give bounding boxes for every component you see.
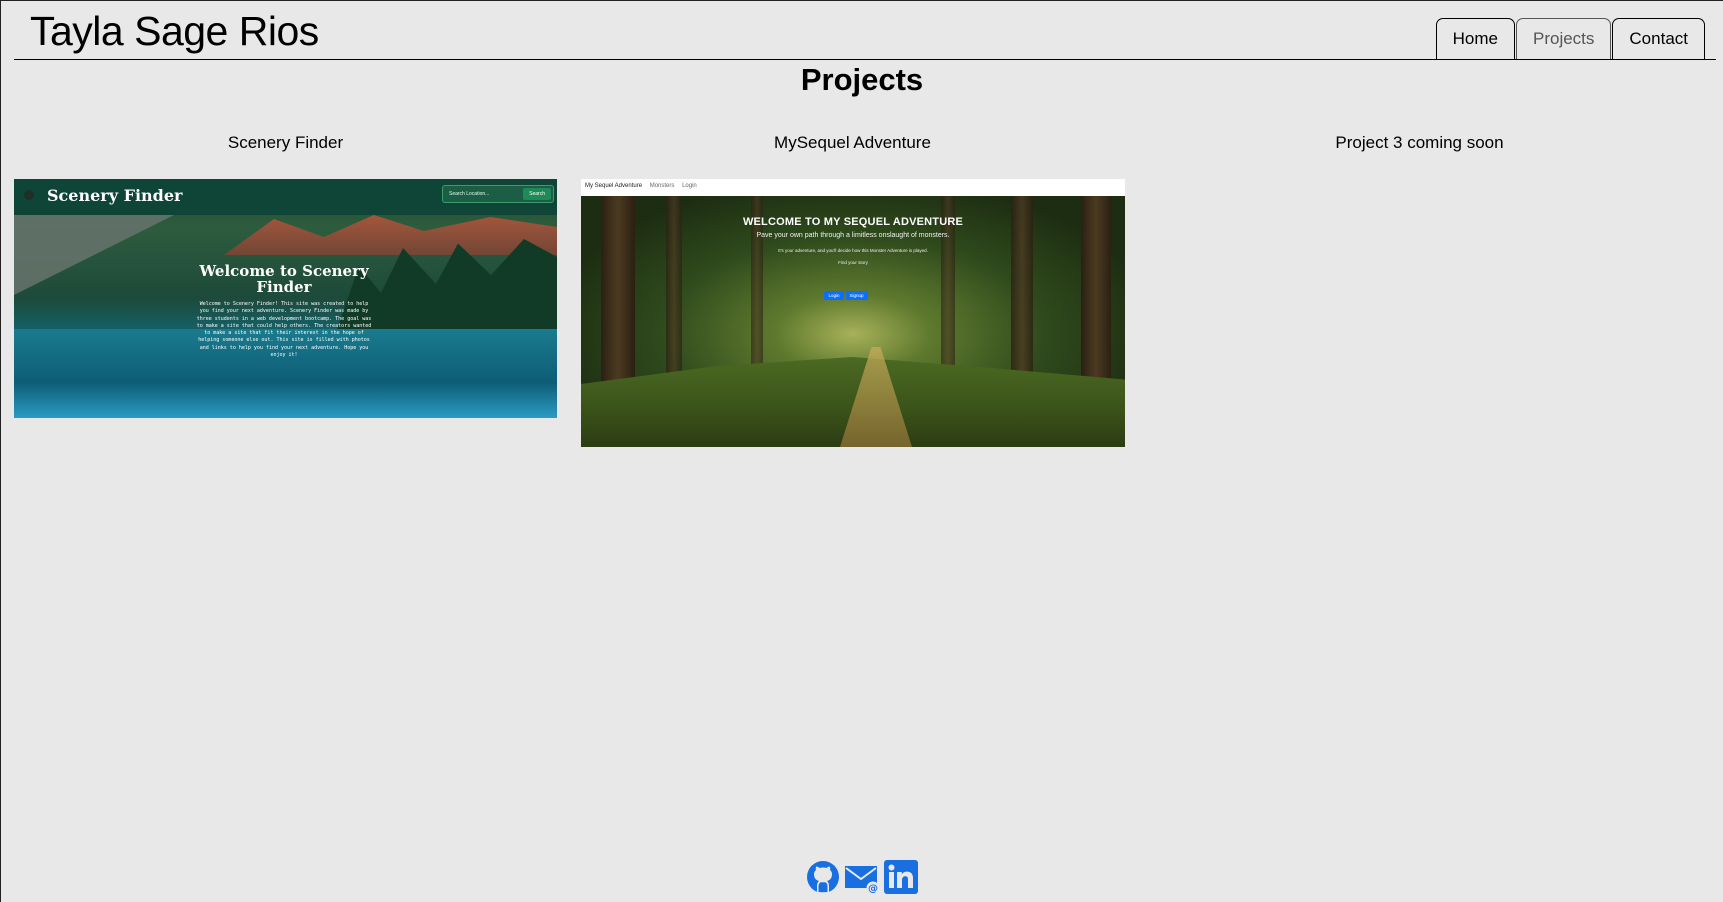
site-title: Tayla Sage Rios	[30, 8, 319, 54]
mountain-peaks	[224, 215, 557, 255]
scenery-finder-screenshot[interactable]: Scenery Finder Search Location... Search…	[14, 179, 557, 418]
nav-tab-projects[interactable]: Projects	[1515, 18, 1612, 59]
screenshot-navbar: My Sequel Adventure Monsters Login	[585, 183, 703, 189]
project-title: Scenery Finder	[227, 133, 344, 152]
screenshot-buttons: Login Signup	[581, 291, 1125, 300]
screenshot-signup-button: Signup	[845, 291, 868, 300]
mountain-shape	[14, 215, 174, 295]
screenshot-subheading: Pave your own path through a limitless o…	[756, 232, 950, 239]
screenshot-nav-login: Login	[682, 183, 697, 189]
page-title: Projects	[800, 62, 924, 97]
screenshot-small-text: It's your adventure, and you'll decide h…	[778, 248, 928, 253]
screenshot-tag-text: Find your story	[838, 260, 868, 265]
email-icon[interactable]: @	[844, 859, 880, 895]
screenshot-body: Welcome to Scenery Finder! This site was…	[196, 301, 372, 359]
main-nav: Home Projects Contact	[1435, 18, 1705, 59]
screenshot-logo: Scenery Finder	[47, 186, 183, 205]
screenshot-login-button: Login	[824, 291, 844, 300]
project-title: Project 3 coming soon	[1335, 133, 1504, 152]
project-title: MySequel Adventure	[774, 133, 931, 152]
footer: @	[1, 859, 1723, 895]
project-card-mysequel-adventure: MySequel Adventure	[581, 133, 1124, 153]
screenshot-heading: Welcome to Scenery Finder	[199, 262, 369, 296]
screenshot-heading: WELCOME TO MY SEQUEL ADVENTURE	[742, 216, 964, 228]
github-icon[interactable]	[805, 859, 841, 895]
linkedin-icon[interactable]	[883, 859, 919, 895]
nav-tab-home[interactable]: Home	[1435, 18, 1515, 59]
screenshot-nav-monsters: Monsters	[649, 183, 675, 189]
screenshot-navbar: Scenery Finder Search Location... Search	[14, 179, 557, 215]
screenshot-search-button: Search	[523, 188, 551, 200]
screenshot-nav-brand: My Sequel Adventure	[585, 183, 643, 189]
screenshot-search: Search Location... Search	[442, 185, 554, 203]
screenshot-search-placeholder: Search Location...	[449, 191, 490, 197]
site-header: Tayla Sage Rios Home Projects Contact	[14, 1, 1716, 60]
project-card-coming-soon: Project 3 coming soon	[1148, 133, 1691, 153]
project-card-scenery-finder: Scenery Finder	[14, 133, 557, 153]
nav-tab-contact[interactable]: Contact	[1612, 18, 1705, 59]
mysequel-adventure-screenshot[interactable]: My Sequel Adventure Monsters Login WELCO…	[581, 179, 1125, 447]
logo-icon	[24, 190, 34, 200]
svg-text:@: @	[868, 884, 878, 895]
